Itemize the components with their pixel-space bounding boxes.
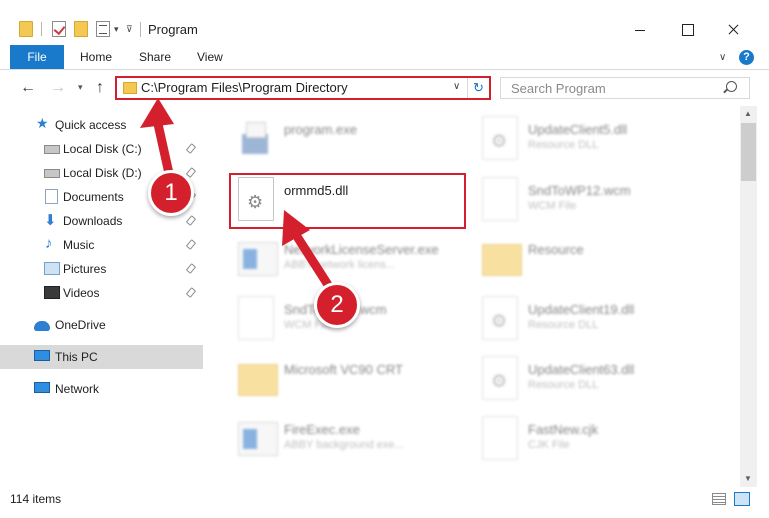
step-two-badge: 2: [314, 282, 360, 328]
step-one-badge: 1: [148, 170, 194, 216]
arrow-to-dll-file: [282, 210, 335, 293]
arrow-to-address-bar: [140, 98, 175, 183]
callout-arrows: [140, 98, 335, 293]
explorer-window: ▾ ⊽ Program File Home Share View ∨ ? ← →…: [0, 0, 769, 518]
